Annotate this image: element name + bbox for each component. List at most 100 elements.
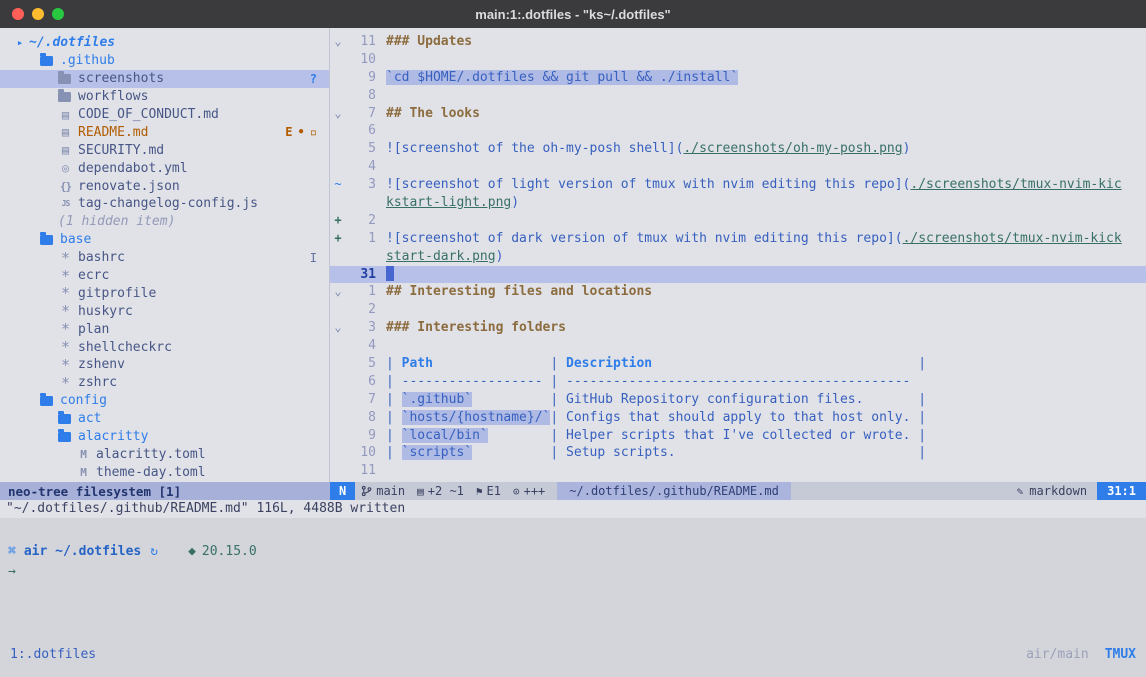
tree-item-label: gitprofile (78, 286, 156, 301)
editor-line-6[interactable]: 6| ------------------ | ----------------… (330, 373, 1146, 391)
zoom-window-button[interactable] (52, 8, 64, 20)
folder-icon (40, 56, 53, 66)
prompt-path: air ~/.dotfiles (24, 544, 141, 559)
tree-item-screenshots[interactable]: screenshots? (0, 70, 329, 88)
tree-item-act[interactable]: act (0, 410, 329, 428)
pencil-icon: ✎ (1017, 485, 1024, 498)
editor-line-1[interactable]: ⌄1## Interesting files and locations (330, 283, 1146, 301)
line-text: | `scripts` | Setup scripts. | (386, 444, 1146, 462)
line-number: 10 (346, 444, 386, 462)
git-branch-item: main (355, 482, 411, 500)
editor-line-7[interactable]: 7| `.github` | GitHub Repository configu… (330, 391, 1146, 409)
tree-item-github[interactable]: .github (0, 52, 329, 70)
editor-line-3[interactable]: ~3![screenshot of light version of tmux … (330, 176, 1146, 194)
tmux-window-tab[interactable]: 1:.dotfiles (10, 647, 96, 662)
cursor-position: 31:1 (1097, 482, 1146, 500)
asterisk-file-icon: * (58, 267, 73, 285)
tree-item-huskyrc[interactable]: *huskyrc (0, 302, 329, 320)
editor-line-5[interactable]: 5| Path | Description | (330, 355, 1146, 373)
gutter-sign: ⌄ (330, 319, 346, 337)
editor-line-2[interactable]: +2 (330, 212, 1146, 230)
statusline-spacer (791, 482, 1007, 500)
editor-line-4[interactable]: 4 (330, 337, 1146, 355)
editor-line-6[interactable]: 6 (330, 122, 1146, 140)
tree-item-zshenv[interactable]: *zshenv (0, 356, 329, 374)
editor-line-10[interactable]: 10 (330, 51, 1146, 69)
tree-item-label: zshrc (78, 375, 117, 390)
close-window-button[interactable] (12, 8, 24, 20)
tree-item-alacritty[interactable]: alacritty (0, 428, 329, 446)
gutter-sign (330, 122, 346, 140)
tree-item-theme-day-toml[interactable]: Mtheme-day.toml (0, 463, 329, 481)
line-text (386, 301, 1146, 319)
gutter-sign (330, 51, 346, 69)
editor-line-11[interactable]: ⌄11### Updates (330, 33, 1146, 51)
line-number: 8 (346, 87, 386, 105)
tree-item-code-of-conduct-md[interactable]: ▤CODE_OF_CONDUCT.md (0, 106, 329, 124)
shell-area[interactable]: ⌘ air ~/.dotfiles ↻ ◆20.15.0 → (0, 518, 1146, 645)
diagnostics-item: ⚑ E1 (470, 482, 507, 500)
tree-item-shellcheckrc[interactable]: *shellcheckrc (0, 338, 329, 356)
nvim-main-area: ▸~/.dotfiles.githubscreenshots?workflows… (0, 28, 1146, 482)
editor-line-10[interactable]: 10| `scripts` | Setup scripts. | (330, 444, 1146, 462)
editor-pane[interactable]: ⌄11### Updates109`cd $HOME/.dotfiles && … (330, 28, 1146, 482)
asterisk-file-icon: * (58, 374, 73, 392)
tree-item-plan[interactable]: *plan (0, 320, 329, 338)
tree-item-zshrc[interactable]: * zshrc (0, 374, 329, 392)
asterisk-file-icon: * (58, 320, 73, 338)
tree-item-1-hidden-item[interactable]: (1 hidden item) (0, 213, 329, 231)
node-icon: ◆ (188, 544, 196, 559)
git-branch-name: main (376, 484, 405, 498)
tmux-statusbar: 1:.dotfiles air/main TMUX (0, 645, 1146, 663)
asterisk-file-icon: * (58, 356, 73, 374)
line-text: ### Interesting folders (386, 319, 1146, 337)
tree-item-label: workflows (78, 89, 148, 104)
line-text (386, 158, 1146, 176)
js-file-icon: JS (58, 199, 73, 208)
tree-item-gitprofile[interactable]: *gitprofile (0, 284, 329, 302)
tree-item-config[interactable]: config (0, 392, 329, 410)
editor-line-3[interactable]: ⌄3### Interesting folders (330, 319, 1146, 337)
line-text (386, 212, 1146, 230)
asterisk-file-icon: * (58, 302, 73, 320)
editor-cursor-line[interactable]: 31 (330, 266, 1146, 284)
editor-line-5[interactable]: 5![screenshot of the oh-my-posh shell](.… (330, 140, 1146, 158)
line-number: 2 (346, 301, 386, 319)
tree-item-base[interactable]: base (0, 231, 329, 249)
editor-line-8[interactable]: 8 (330, 87, 1146, 105)
line-number: 10 (346, 51, 386, 69)
line-text: kstart-light.png) (386, 194, 1146, 212)
tree-item-dependabot-yml[interactable]: ◎dependabot.yml (0, 159, 329, 177)
tree-item-ecrc[interactable]: *ecrc (0, 267, 329, 285)
tree-item-label: CODE_OF_CONDUCT.md (78, 107, 219, 122)
tree-item-security-md[interactable]: ▤SECURITY.md (0, 141, 329, 159)
folder-icon (40, 396, 53, 406)
editor-line-9[interactable]: 9`cd $HOME/.dotfiles && git pull && ./in… (330, 69, 1146, 87)
editor-line-11[interactable]: 11 (330, 462, 1146, 480)
editor-line-2[interactable]: 2 (330, 301, 1146, 319)
tree-item-renovate-json[interactable]: {}renovate.json (0, 177, 329, 195)
line-number: 4 (346, 158, 386, 176)
status-badge: ? (310, 72, 317, 86)
line-text: | ------------------ | -----------------… (386, 373, 1146, 391)
editor-line-8[interactable]: 8| `hosts/{hostname}/`| Configs that sho… (330, 409, 1146, 427)
tree-item-label: bashrc (78, 250, 125, 265)
line-text (386, 337, 1146, 355)
neotree-statusline: neo-tree filesystem [1] (0, 482, 330, 500)
editor-line-wrap[interactable]: kstart-light.png) (330, 194, 1146, 212)
tree-item-tag-changelog-config-js[interactable]: JStag-changelog-config.js (0, 195, 329, 213)
tree-item-badges: I (310, 251, 329, 265)
tree-item-readme-md[interactable]: ▤README.mdE•▫ (0, 123, 329, 141)
line-text: ## The looks (386, 105, 1146, 123)
tree-item-workflows[interactable]: workflows (0, 88, 329, 106)
tree-item-alacritty-toml[interactable]: Malacritty.toml (0, 445, 329, 463)
editor-line-wrap[interactable]: start-dark.png) (330, 248, 1146, 266)
minimize-window-button[interactable] (32, 8, 44, 20)
editor-line-1[interactable]: +1![screenshot of dark version of tmux w… (330, 230, 1146, 248)
tree-item-dotfiles[interactable]: ▸~/.dotfiles (0, 34, 329, 52)
tree-item-bashrc[interactable]: *bashrcI (0, 249, 329, 267)
editor-line-4[interactable]: 4 (330, 158, 1146, 176)
editor-line-7[interactable]: ⌄7## The looks (330, 105, 1146, 123)
tree-item-label: alacritty (78, 429, 148, 444)
editor-line-9[interactable]: 9| `local/bin` | Helper scripts that I'v… (330, 427, 1146, 445)
